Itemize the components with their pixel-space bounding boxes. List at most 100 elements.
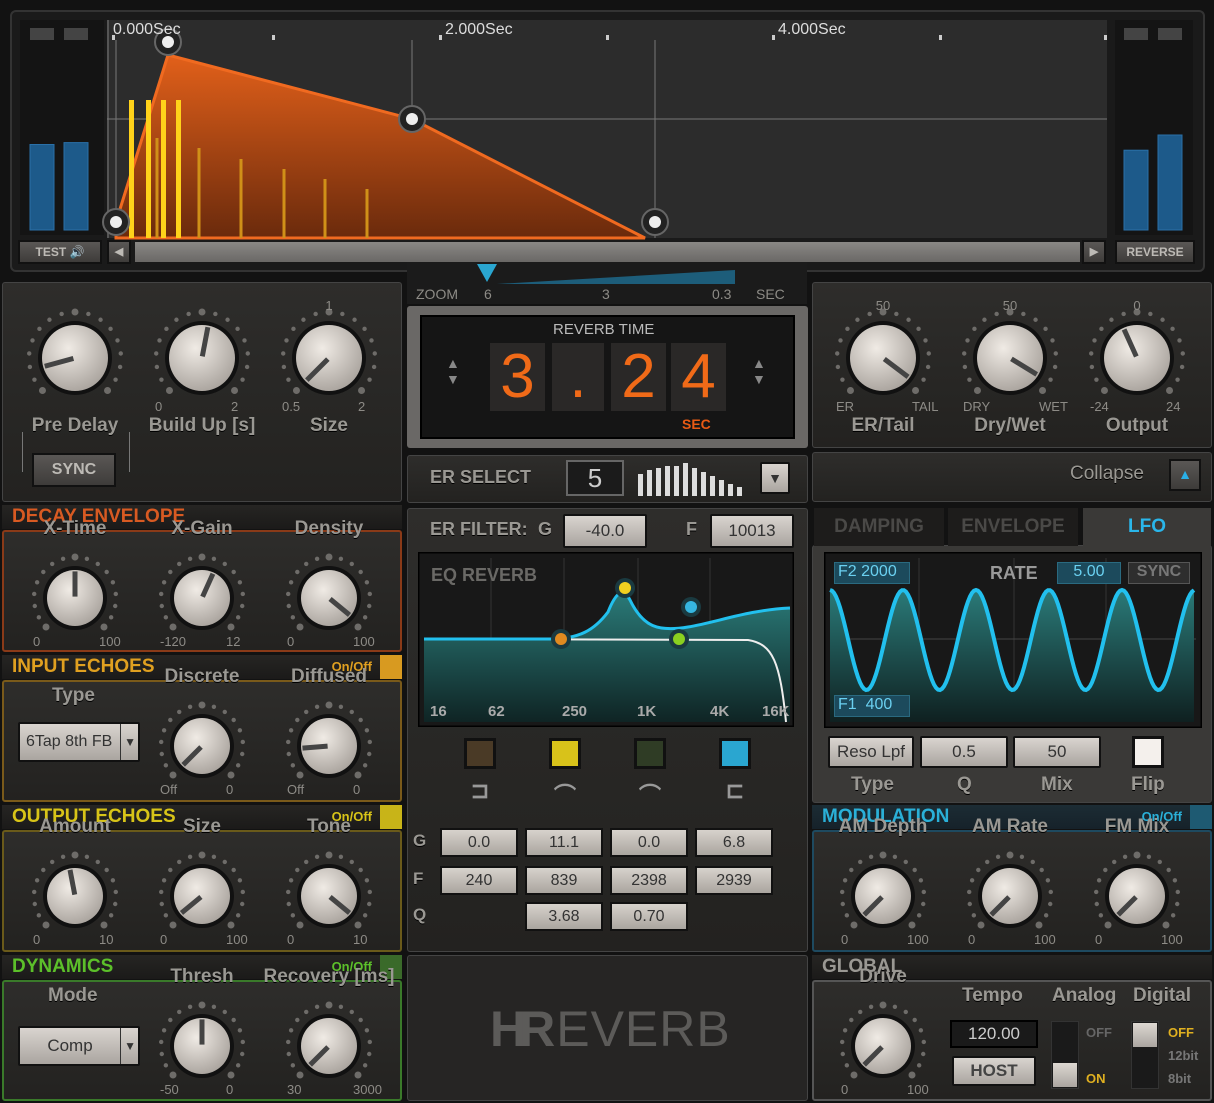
lfo-sync-button[interactable]: SYNC bbox=[1128, 562, 1190, 584]
knob-cap[interactable] bbox=[47, 868, 103, 924]
diffused-knob[interactable] bbox=[279, 696, 379, 796]
eq-g-field[interactable]: 0.0 bbox=[440, 828, 518, 857]
test-button[interactable]: TEST 🔊 bbox=[18, 240, 102, 264]
knob-cap[interactable] bbox=[1109, 868, 1165, 924]
high-shelf-icon[interactable]: ⊏ bbox=[721, 778, 749, 804]
knob-scale-dot bbox=[921, 889, 927, 895]
digital-switch[interactable] bbox=[1131, 1021, 1159, 1089]
knob-cap[interactable] bbox=[174, 570, 230, 626]
eq-band-button[interactable] bbox=[634, 738, 666, 769]
digital-switch-thumb[interactable] bbox=[1133, 1023, 1157, 1047]
filter-type-field[interactable]: Reso Lpf bbox=[828, 736, 914, 768]
knob-scale-dot bbox=[177, 561, 182, 567]
drive-knob[interactable] bbox=[833, 996, 933, 1096]
knob-scale-dot bbox=[161, 878, 167, 883]
knob-cap[interactable] bbox=[977, 325, 1043, 391]
er-filter-freq-field[interactable]: 10013 bbox=[710, 514, 794, 548]
er-tail-knob[interactable] bbox=[828, 303, 938, 413]
dry-wet-knob[interactable] bbox=[955, 303, 1065, 413]
amount-knob[interactable] bbox=[25, 846, 125, 946]
zoom-slider[interactable] bbox=[407, 262, 807, 286]
eq-f-field[interactable]: 839 bbox=[525, 866, 603, 895]
lfo-f1-field[interactable]: F1 400 bbox=[834, 695, 910, 717]
build-up-s-knob[interactable] bbox=[147, 303, 257, 413]
knob-scale-dot bbox=[42, 921, 50, 929]
flip-checkbox[interactable] bbox=[1132, 736, 1164, 768]
er-select-dropdown[interactable]: ▼ bbox=[760, 462, 790, 494]
knob-cap[interactable] bbox=[301, 570, 357, 626]
lfo-f2-field[interactable]: F2 2000 bbox=[834, 562, 910, 584]
am-rate-knob[interactable] bbox=[960, 846, 1060, 946]
knob-cap[interactable] bbox=[855, 868, 911, 924]
output-knob[interactable] bbox=[1082, 303, 1192, 413]
zoom-handle-icon[interactable] bbox=[477, 264, 497, 282]
x-gain-knob[interactable] bbox=[152, 548, 252, 648]
echo-type-dropdown[interactable]: 6Tap 8th FB ▼ bbox=[18, 722, 140, 762]
bell-icon[interactable]: ⌒ bbox=[551, 778, 579, 810]
eq-q-field[interactable]: 3.68 bbox=[525, 902, 603, 931]
scroll-left-button[interactable]: ◀ bbox=[107, 240, 131, 264]
bell-icon[interactable]: ⌒ bbox=[636, 778, 664, 810]
low-shelf-icon[interactable]: ⊐ bbox=[466, 778, 494, 804]
knob-cap[interactable] bbox=[42, 325, 108, 391]
sync-button[interactable]: SYNC bbox=[32, 453, 116, 487]
analog-switch-thumb[interactable] bbox=[1053, 1063, 1077, 1087]
eq-f-field[interactable]: 240 bbox=[440, 866, 518, 895]
tab-lfo[interactable]: LFO bbox=[1083, 508, 1211, 546]
knob-cap[interactable] bbox=[982, 868, 1038, 924]
knob-cap[interactable] bbox=[174, 868, 230, 924]
host-button[interactable]: HOST bbox=[952, 1056, 1036, 1086]
reverb-time-stepper-left[interactable]: ▲ ▼ bbox=[446, 355, 460, 387]
knob-scale-dot bbox=[349, 859, 354, 865]
knob-scale-dot bbox=[285, 739, 291, 745]
er-select-value[interactable]: 5 bbox=[566, 460, 624, 496]
eq-f-field[interactable]: 2939 bbox=[695, 866, 773, 895]
knob-cap[interactable] bbox=[174, 718, 230, 774]
reverb-time-stepper-right[interactable]: ▲ ▼ bbox=[752, 355, 766, 387]
eq-band-button[interactable] bbox=[464, 738, 496, 769]
envelope-chart[interactable] bbox=[0, 0, 1214, 270]
horizontal-scrollbar[interactable] bbox=[135, 242, 1080, 262]
eq-f-field[interactable]: 2398 bbox=[610, 866, 688, 895]
eq-g-field[interactable]: 0.0 bbox=[610, 828, 688, 857]
analog-switch[interactable] bbox=[1051, 1021, 1079, 1089]
tone-knob[interactable] bbox=[279, 846, 379, 946]
collapse-button[interactable]: ▲ bbox=[1169, 459, 1201, 491]
knob-cap[interactable] bbox=[301, 1018, 357, 1074]
knob-cap[interactable] bbox=[855, 1018, 911, 1074]
knob-cap[interactable] bbox=[850, 325, 916, 391]
lfo-rate-field[interactable]: 5.00 bbox=[1057, 562, 1121, 584]
x-time-knob[interactable] bbox=[25, 548, 125, 648]
er-filter-gain-field[interactable]: -40.0 bbox=[563, 514, 647, 548]
eq-band-button[interactable] bbox=[719, 738, 751, 769]
tempo-field[interactable]: 120.00 bbox=[950, 1020, 1038, 1048]
filter-q-field[interactable]: 0.5 bbox=[920, 736, 1008, 768]
tab-damping[interactable]: DAMPING bbox=[814, 508, 944, 546]
reverse-button[interactable]: REVERSE bbox=[1115, 240, 1195, 264]
fm-mix-knob[interactable] bbox=[1087, 846, 1187, 946]
eq-q-field[interactable]: 0.70 bbox=[610, 902, 688, 931]
mode-dropdown[interactable]: Comp ▼ bbox=[18, 1026, 140, 1066]
knob-cap[interactable] bbox=[1104, 325, 1170, 391]
discrete-knob[interactable] bbox=[152, 696, 252, 796]
size-knob[interactable] bbox=[274, 303, 384, 413]
am-depth-knob[interactable] bbox=[833, 846, 933, 946]
eq-g-field[interactable]: 11.1 bbox=[525, 828, 603, 857]
recovery-ms-knob[interactable] bbox=[279, 996, 379, 1096]
knob-pointer bbox=[302, 743, 328, 751]
size-knob[interactable] bbox=[152, 846, 252, 946]
eq-g-field[interactable]: 6.8 bbox=[695, 828, 773, 857]
knob-cap[interactable] bbox=[296, 325, 362, 391]
knob-cap[interactable] bbox=[169, 325, 235, 391]
knob-scale-dot bbox=[211, 1004, 217, 1009]
filter-mix-field[interactable]: 50 bbox=[1013, 736, 1101, 768]
pre-delay-knob[interactable] bbox=[20, 303, 130, 413]
knob-scale-dot bbox=[367, 591, 373, 597]
thresh-knob[interactable] bbox=[152, 996, 252, 1096]
eq-band-button[interactable] bbox=[549, 738, 581, 769]
scroll-right-button[interactable]: ▶ bbox=[1082, 240, 1106, 264]
density-knob[interactable] bbox=[279, 548, 379, 648]
knob-cap[interactable] bbox=[301, 868, 357, 924]
tab-envelope[interactable]: ENVELOPE bbox=[948, 508, 1078, 546]
zoom-tick-0-3: 0.3 bbox=[712, 286, 732, 302]
